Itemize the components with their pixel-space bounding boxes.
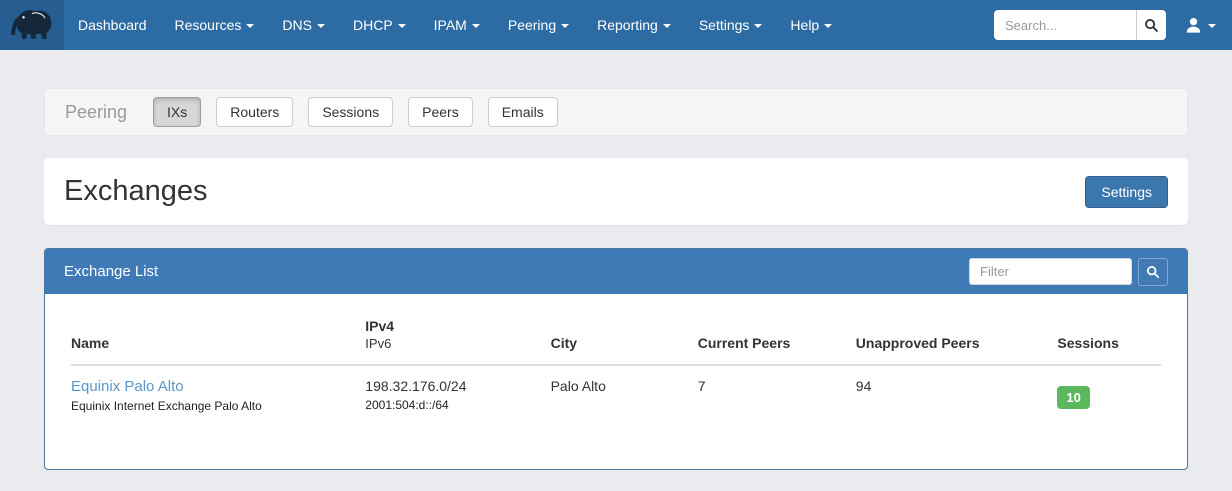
chevron-down-icon — [398, 24, 406, 28]
global-search — [994, 10, 1166, 40]
tab-peers[interactable]: Peers — [408, 97, 473, 127]
nav-label: DNS — [282, 17, 312, 33]
chevron-down-icon — [317, 24, 325, 28]
nav-help[interactable]: Help — [776, 0, 846, 50]
nav-label: Peering — [508, 17, 556, 33]
search-icon — [1146, 265, 1160, 279]
nav-label: IPAM — [434, 17, 467, 33]
user-icon — [1184, 16, 1203, 35]
chevron-down-icon — [472, 24, 480, 28]
unapproved-peers-value: 94 — [856, 365, 1058, 423]
main-nav: Dashboard Resources DNS DHCP IPAM Peerin… — [64, 0, 846, 50]
search-input[interactable] — [994, 10, 1136, 40]
chevron-down-icon — [663, 24, 671, 28]
nav-dashboard[interactable]: Dashboard — [64, 0, 161, 50]
nav-label: Resources — [175, 17, 242, 33]
exchange-list-body: Name IPv4 IPv6 City Current Peers Unappr… — [45, 294, 1187, 423]
exchange-list-header: Exchange List — [45, 249, 1187, 294]
current-peers-value: 7 — [698, 365, 856, 423]
sessions-badge[interactable]: 10 — [1057, 386, 1089, 409]
nav-resources[interactable]: Resources — [161, 0, 269, 50]
peering-section-label: Peering — [65, 102, 127, 123]
col-ipv6-label: IPv6 — [365, 336, 544, 351]
top-navbar: Dashboard Resources DNS DHCP IPAM Peerin… — [0, 0, 1232, 50]
page-header-panel: Exchanges Settings — [44, 158, 1188, 225]
chevron-down-icon — [824, 24, 832, 28]
tab-emails[interactable]: Emails — [488, 97, 558, 127]
settings-button[interactable]: Settings — [1085, 176, 1168, 208]
chevron-down-icon — [1208, 24, 1216, 28]
col-unapproved-peers: Unapproved Peers — [856, 304, 1058, 365]
table-row: Equinix Palo Alto Equinix Internet Excha… — [71, 365, 1161, 423]
search-button[interactable] — [1136, 10, 1166, 40]
nav-dns[interactable]: DNS — [268, 0, 339, 50]
nav-ipam[interactable]: IPAM — [420, 0, 494, 50]
col-ipv4-label: IPv4 — [365, 318, 544, 334]
chevron-down-icon — [561, 24, 569, 28]
ipv4-value: 198.32.176.0/24 — [365, 378, 544, 394]
tab-sessions[interactable]: Sessions — [308, 97, 393, 127]
tab-ixs[interactable]: IXs — [153, 97, 201, 127]
nav-reporting[interactable]: Reporting — [583, 0, 685, 50]
nav-label: DHCP — [353, 17, 393, 33]
city-value: Palo Alto — [551, 365, 698, 423]
provision-logo[interactable] — [0, 0, 64, 50]
exchange-name-link[interactable]: Equinix Palo Alto — [71, 378, 184, 395]
user-menu[interactable] — [1180, 16, 1220, 35]
nav-label: Settings — [699, 17, 750, 33]
nav-peering[interactable]: Peering — [494, 0, 583, 50]
filter-input[interactable] — [969, 258, 1132, 285]
col-city: City — [551, 304, 698, 365]
col-current-peers: Current Peers — [698, 304, 856, 365]
exchange-full-name: Equinix Internet Exchange Palo Alto — [71, 399, 359, 413]
nav-label: Help — [790, 17, 819, 33]
peering-subnav: Peering IXs Routers Sessions Peers Email… — [44, 88, 1188, 136]
col-sessions: Sessions — [1057, 304, 1161, 365]
main-container: Peering IXs Routers Sessions Peers Email… — [44, 88, 1188, 470]
search-icon — [1144, 18, 1159, 33]
nav-label: Reporting — [597, 17, 658, 33]
page-title: Exchanges — [64, 175, 208, 208]
exchange-list-panel: Exchange List Name IPv4 IPv6 — [44, 248, 1188, 470]
elephant-icon — [9, 7, 55, 43]
tab-routers[interactable]: Routers — [216, 97, 293, 127]
filter-search-button[interactable] — [1138, 258, 1168, 286]
col-ip: IPv4 IPv6 — [365, 304, 550, 365]
chevron-down-icon — [754, 24, 762, 28]
nav-dhcp[interactable]: DHCP — [339, 0, 420, 50]
col-name: Name — [71, 304, 365, 365]
chevron-down-icon — [246, 24, 254, 28]
table-header-row: Name IPv4 IPv6 City Current Peers Unappr… — [71, 304, 1161, 365]
nav-settings[interactable]: Settings — [685, 0, 777, 50]
ipv6-value: 2001:504:d::/64 — [365, 398, 544, 412]
exchange-table: Name IPv4 IPv6 City Current Peers Unappr… — [71, 304, 1161, 423]
panel-title: Exchange List — [64, 263, 158, 280]
nav-label: Dashboard — [78, 17, 147, 33]
